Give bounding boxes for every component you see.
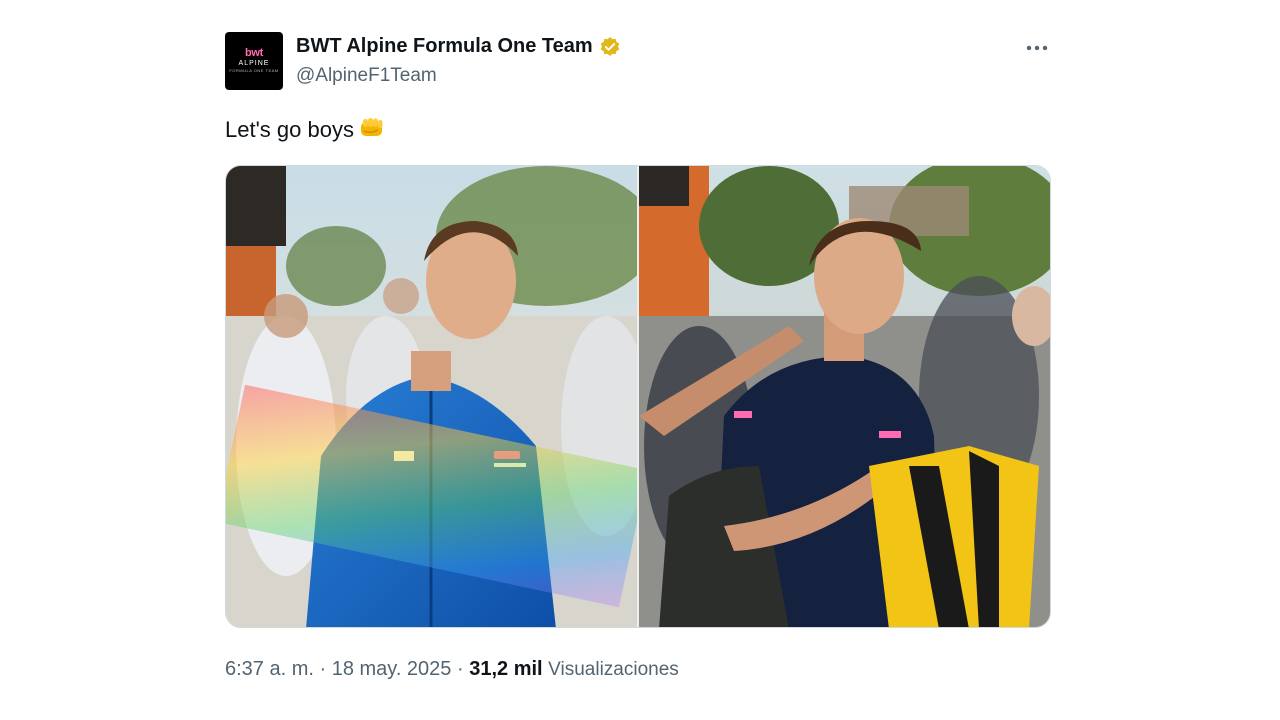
oncoming-fist-icon	[358, 116, 386, 146]
meta-separator: ·	[451, 658, 470, 680]
avatar-sub-text: FORMULA ONE TEAM	[229, 68, 279, 73]
tweet-meta: 6:37 a. m. · 18 may. 2025 · 31,2 mil Vis…	[225, 658, 679, 681]
avatar[interactable]: bwt ALPINE FORMULA ONE TEAM	[225, 32, 283, 90]
tweet-time[interactable]: 6:37 a. m.	[225, 658, 314, 680]
views-label: Visualizaciones	[548, 659, 679, 680]
tweet-text: Let's go boys	[225, 116, 386, 146]
name-row: BWT Alpine Formula One Team	[296, 35, 621, 58]
tweet-date[interactable]: 18 may. 2025	[332, 658, 452, 680]
tweet-text-content: Let's go boys	[225, 117, 354, 142]
author-handle[interactable]: @AlpineF1Team	[296, 65, 437, 87]
more-horizontal-icon[interactable]	[1023, 34, 1051, 62]
avatar-logo-text: bwt	[244, 47, 264, 59]
author-display-name[interactable]: BWT Alpine Formula One Team	[296, 35, 593, 58]
verified-badge-icon[interactable]	[599, 36, 621, 58]
tweet-header: bwt ALPINE FORMULA ONE TEAM BWT Alpine F…	[225, 32, 1051, 92]
driver-signing-photo[interactable]	[639, 166, 1050, 627]
media-grid	[225, 165, 1051, 628]
meta-separator: ·	[313, 658, 332, 680]
avatar-brand-text: ALPINE	[238, 60, 270, 67]
driver-walking-photo[interactable]	[226, 166, 637, 627]
views-count: 31,2 mil	[469, 658, 543, 680]
tweet: bwt ALPINE FORMULA ONE TEAM BWT Alpine F…	[225, 32, 1051, 680]
